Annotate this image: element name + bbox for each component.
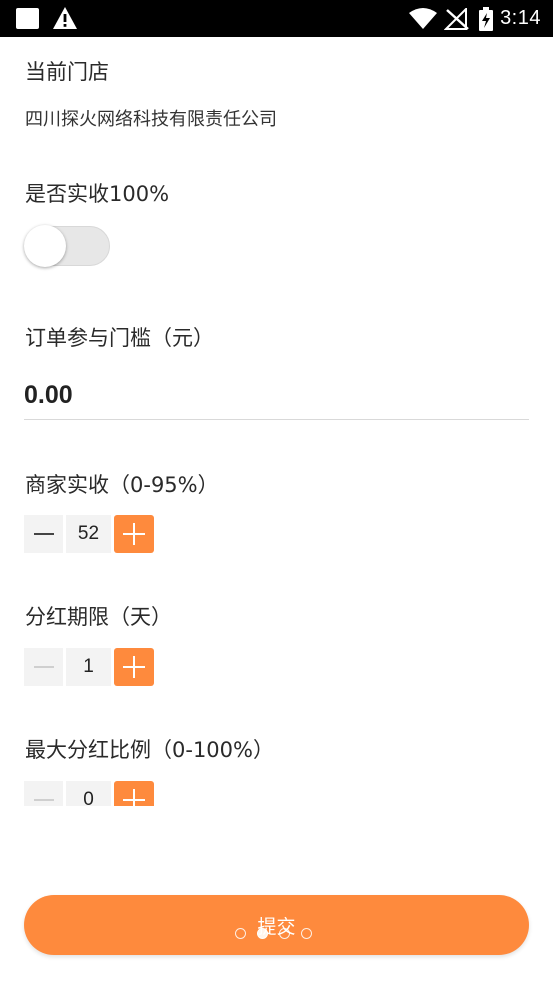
current-store-label: 当前门店 <box>25 60 109 84</box>
merchant-ratio-stepper: 52 <box>24 515 154 553</box>
dividend-period-label: 分红期限（天） <box>25 605 172 629</box>
max-dividend-value[interactable]: 0 <box>66 781 111 806</box>
toggle-knob <box>24 225 66 267</box>
max-dividend-label: 最大分红比例（0-100%） <box>25 738 274 762</box>
page-indicator <box>235 928 312 939</box>
status-time: 3:14 <box>500 7 541 29</box>
merchant-ratio-value[interactable]: 52 <box>66 515 111 553</box>
max-dividend-minus-button[interactable] <box>24 781 63 806</box>
minus-icon <box>33 666 54 668</box>
dividend-period-stepper: 1 <box>24 648 154 686</box>
max-dividend-stepper: 0 <box>24 781 154 806</box>
merchant-ratio-label: 商家实收（0-95%） <box>25 473 219 497</box>
dividend-period-plus-button[interactable] <box>114 648 154 686</box>
order-threshold-label: 订单参与门槛（元） <box>25 326 214 350</box>
scroll-clip: 0 <box>0 780 553 806</box>
no-signal-icon <box>444 7 469 30</box>
full-receipt-label: 是否实收100% <box>25 182 170 206</box>
warning-icon <box>53 7 77 29</box>
minus-icon <box>33 533 54 535</box>
current-store-name: 四川探火网络科技有限责任公司 <box>25 109 277 130</box>
status-bar: 3:14 <box>0 0 553 37</box>
submit-button[interactable]: 提交 <box>24 895 529 955</box>
merchant-ratio-plus-button[interactable] <box>114 515 154 553</box>
order-threshold-input[interactable] <box>24 372 529 420</box>
wifi-icon <box>409 7 438 29</box>
full-receipt-toggle[interactable] <box>24 224 111 268</box>
app-notification-icon <box>16 8 39 29</box>
plus-icon <box>123 523 145 545</box>
page-indicator-dot <box>279 928 290 939</box>
merchant-ratio-minus-button[interactable] <box>24 515 63 553</box>
page-indicator-dot <box>301 928 312 939</box>
plus-icon <box>123 789 145 806</box>
page-indicator-dot <box>257 928 268 939</box>
battery-charging-icon <box>479 6 494 31</box>
dividend-period-value[interactable]: 1 <box>66 648 111 686</box>
plus-icon <box>123 656 145 678</box>
max-dividend-plus-button[interactable] <box>114 781 154 806</box>
minus-icon <box>33 799 54 801</box>
page-indicator-dot <box>235 928 246 939</box>
dividend-period-minus-button[interactable] <box>24 648 63 686</box>
